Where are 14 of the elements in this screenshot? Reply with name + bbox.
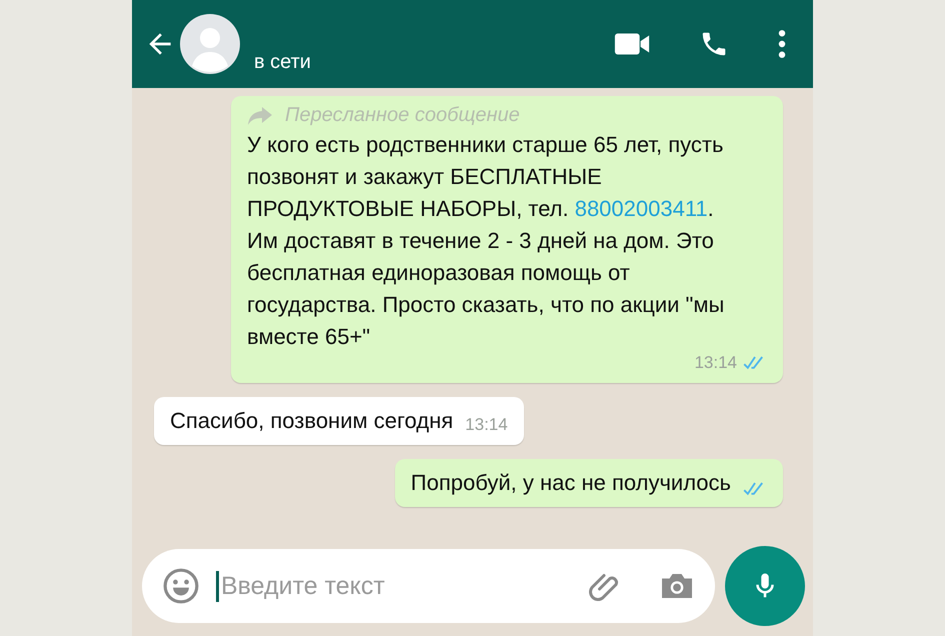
phone-link[interactable]: 88002003411 <box>574 196 708 221</box>
forwarded-label: Пересланное сообщение <box>285 104 520 127</box>
message-time: 13:14 <box>694 353 737 373</box>
message-text: Спасибо, позвоним сегодня <box>170 407 454 435</box>
more-options-icon[interactable] <box>777 29 787 59</box>
message-time: 13:14 <box>465 415 508 435</box>
message-text: У кого есть родственники старше 65 лет, пусть позвонят и закажут БЕСПЛАТНЫЕ ПРОДУКТОВЫЕ НАБОРЫ, тел. 88002003411. Им доставят в течение 2 - 3 дней на дом. Это бесплатная единоразовая помощь от государства. Просто сказать, что по акции "мы вместе 65+" <box>247 131 726 351</box>
message-input-field[interactable]: Введите текст <box>216 570 573 602</box>
smiley-icon[interactable] <box>162 567 200 605</box>
message-text: Попробуй, у нас не получилось <box>410 469 731 497</box>
avatar-icon[interactable] <box>180 14 240 74</box>
message-input-bar[interactable]: Введите текст <box>142 549 715 623</box>
contact-status: в сети <box>254 51 311 74</box>
forward-icon <box>247 106 273 124</box>
